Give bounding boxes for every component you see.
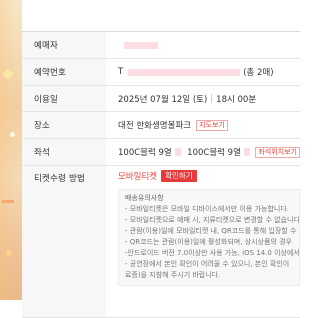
date-text: 2025년 07월 12일 (토) bbox=[118, 94, 208, 105]
booking-detail-table: 예매자 예약번호 T (총 2매) 이용일 2025년 07월 12일 (토) … bbox=[22, 31, 300, 318]
notice-line: 료증)을 지참해 주시기 바랍니다. bbox=[125, 271, 221, 279]
seat-1-text: 100C블럭 9열 bbox=[118, 148, 172, 158]
notice-line: -안드로이드 버전 7.0이상만 사용 가능, iOS 14.0 이상에서 bbox=[125, 249, 300, 257]
booking-number-label: 예약번호 bbox=[22, 59, 106, 85]
receive-method-line: 모바일티켓 확인하기 bbox=[118, 170, 197, 182]
time-text: 18시 00분 bbox=[216, 94, 257, 105]
booking-number-value: T (총 2매) bbox=[106, 59, 300, 85]
notice-line: - 공연장에서 본인 확인이 어려울 수 있으니, 본인 확인이 bbox=[125, 260, 290, 268]
date-row: 이용일 2025년 07월 12일 (토) | 18시 00분 bbox=[22, 86, 300, 112]
redacted-seat-2-number bbox=[243, 148, 251, 156]
receive-method-value: 모바일티켓 확인하기 배송유의사항 - 모바일티켓은 모바일 디바이스에서만 이… bbox=[106, 166, 300, 317]
seat-position-button[interactable]: 좌석위치보기 bbox=[255, 146, 300, 158]
booking-number-prefix: T bbox=[118, 67, 124, 77]
booker-row: 예매자 bbox=[22, 32, 300, 59]
poster-decoration bbox=[2, 200, 14, 203]
seat-label: 좌석 bbox=[22, 139, 106, 165]
receive-method-row: 티켓수령 방법 모바일티켓 확인하기 배송유의사항 - 모바일티켓은 모바일 디… bbox=[22, 166, 300, 318]
booking-number-row: 예약번호 T (총 2매) bbox=[22, 59, 300, 86]
mobile-ticket-text: 모바일티켓 bbox=[118, 172, 158, 182]
date-time-separator: | bbox=[210, 93, 214, 104]
venue-row: 장소 대전 한화생명볼파크 지도보기 bbox=[22, 112, 300, 139]
notice-line: - 모바일티켓으로 예매 시, 지류티켓으로 변경할 수 없습니다. bbox=[125, 216, 300, 224]
receive-method-label: 티켓수령 방법 bbox=[22, 166, 106, 317]
notice-title: 배송유의사항 bbox=[125, 194, 164, 202]
venue-label: 장소 bbox=[22, 112, 106, 138]
poster-decoration bbox=[10, 132, 15, 137]
notice-line: - 관람(이용)일에 모바일티켓 내, QR코드를 통해 입장할 수 bbox=[125, 227, 297, 235]
notice-line: - 모바일티켓은 모바일 디바이스에서만 이용 가능합니다. bbox=[125, 205, 289, 213]
redacted-seat-1-number bbox=[174, 148, 182, 156]
redacted-booker-name bbox=[124, 41, 158, 49]
redacted-booking-number bbox=[128, 68, 241, 76]
seat-2-text: 100C블럭 9열 bbox=[187, 148, 241, 158]
date-label: 이용일 bbox=[22, 86, 106, 111]
delivery-notice-box: 배송유의사항 - 모바일티켓은 모바일 디바이스에서만 이용 가능합니다. - … bbox=[118, 189, 300, 286]
event-poster-strip bbox=[0, 0, 22, 300]
date-value: 2025년 07월 12일 (토) | 18시 00분 bbox=[106, 86, 300, 111]
seat-row: 좌석 100C블럭 9열 100C블럭 9열 좌석위치보기 bbox=[22, 139, 300, 166]
seat-value: 100C블럭 9열 100C블럭 9열 좌석위치보기 bbox=[106, 139, 300, 165]
booker-label: 예매자 bbox=[22, 32, 106, 58]
confirm-button[interactable]: 확인하기 bbox=[161, 170, 197, 182]
poster-decoration bbox=[6, 250, 12, 256]
notice-line: - QR코드는 관람(이용)일에 활성화되며, 상시상품의 경우 bbox=[125, 238, 292, 246]
venue-value: 대전 한화생명볼파크 지도보기 bbox=[106, 112, 300, 138]
booking-count: (총 2매) bbox=[243, 68, 274, 78]
venue-text: 대전 한화생명볼파크 bbox=[118, 121, 192, 131]
booker-value bbox=[106, 32, 300, 58]
map-button[interactable]: 지도보기 bbox=[196, 119, 228, 131]
